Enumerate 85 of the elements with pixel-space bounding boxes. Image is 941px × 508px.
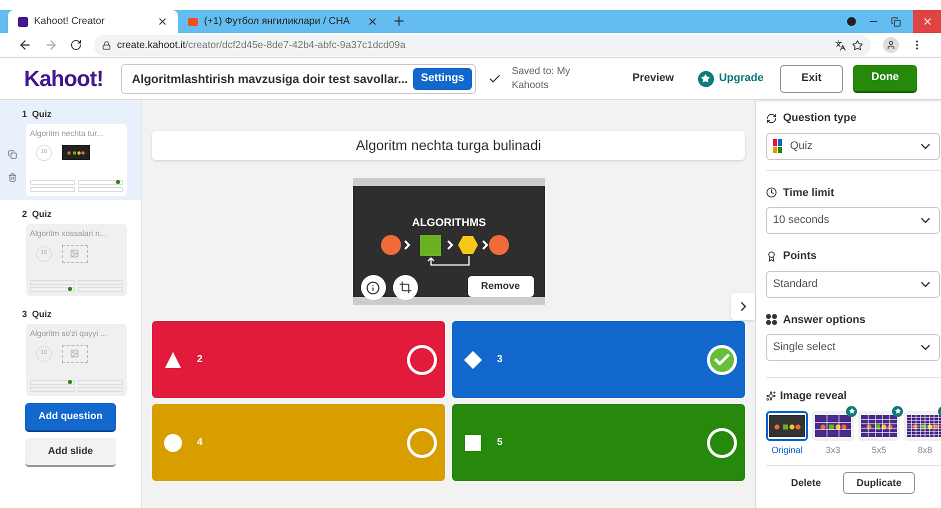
quiz-grid-icon: [773, 139, 782, 153]
correct-toggle[interactable]: [707, 428, 737, 458]
add-question-button[interactable]: Add question: [25, 403, 116, 432]
back-icon[interactable]: [18, 38, 32, 52]
section-label: Question type: [783, 111, 856, 126]
save-status: Saved to: My Kahoots: [512, 64, 572, 92]
url-text: create.kahoot.it/creator/dcf2d45e-8de7-42b4-abfc-9a37c1dcd09a: [117, 38, 407, 52]
dropdown[interactable]: 10 seconds: [766, 207, 940, 234]
lock-icon: [102, 40, 111, 50]
browser-tab[interactable]: (+1) Футбол янгиликлари / СНА: [178, 10, 388, 33]
reload-icon[interactable]: [70, 39, 82, 51]
close-icon[interactable]: [367, 16, 378, 27]
close-icon: [922, 16, 932, 27]
delete-button[interactable]: Delete: [791, 476, 822, 490]
close-icon[interactable]: [157, 16, 168, 27]
section-label: Points: [783, 249, 817, 264]
upgrade-button[interactable]: Upgrade: [692, 70, 770, 87]
reveal-thumbnail-drawing: [769, 414, 805, 436]
clock-icon: [766, 187, 777, 198]
dropdown[interactable]: Standard: [766, 270, 940, 298]
slide-label: 3 Quiz: [22, 308, 53, 321]
section-label: Image reveal: [780, 389, 847, 404]
crop-icon: [398, 281, 412, 294]
answer-text: 4: [197, 436, 204, 450]
answer-text: 2: [197, 353, 204, 367]
question-field[interactable]: Algoritm nechta turga bulinadi: [152, 131, 745, 160]
question-type-icon: [766, 112, 777, 124]
remove-button[interactable]: Remove: [468, 276, 534, 297]
option-label: Original: [771, 444, 802, 457]
title-field[interactable]: Algoritmlashtirish mavzusiga doir test savollar... Settings: [120, 64, 476, 94]
answer-text: 5: [497, 436, 504, 450]
section-label: Answer options: [783, 312, 866, 328]
done-button[interactable]: Done: [853, 64, 917, 92]
preview-button[interactable]: Preview: [624, 70, 682, 87]
close-window-button[interactable]: [913, 10, 941, 33]
reveal-thumbnail-drawing: [815, 414, 851, 436]
dropdown[interactable]: Quiz: [766, 132, 940, 160]
duplicate-icon[interactable]: [8, 150, 17, 158]
collapse-panel-button[interactable]: [731, 293, 755, 320]
tab-title: (+1) Футбол янгиликлари / СНА: [204, 15, 351, 29]
restore-icon[interactable]: [891, 16, 901, 26]
circle-icon: [164, 434, 182, 452]
section-label: Time limit: [783, 186, 834, 200]
square-icon: [464, 434, 482, 452]
slide-label: 2 Quiz: [22, 208, 53, 221]
address-bar[interactable]: create.kahoot.it/creator/dcf2d45e-8de7-42b4-abfc-9a37c1dcd09a: [94, 34, 871, 56]
triangle-icon: [164, 350, 182, 368]
site-favicon-icon: [188, 18, 198, 26]
translate-icon[interactable]: [835, 40, 846, 50]
avatar-icon[interactable]: [883, 37, 899, 53]
thumbnail-title: Algoritm nechta tur...: [30, 128, 104, 140]
award-icon: [766, 250, 777, 262]
option-label: 5x5: [872, 444, 886, 456]
delete-icon[interactable]: [8, 172, 17, 182]
option-label: 3x3: [826, 444, 840, 456]
dropdown[interactable]: Single select: [766, 334, 940, 361]
sparkle-icon: [766, 391, 776, 402]
thumbnail-title: Algoritm xossalari n...: [30, 228, 108, 240]
correct-toggle[interactable]: [407, 428, 437, 458]
tab-title: Kahoot! Creator: [34, 15, 106, 29]
reveal-thumbnail-drawing: [861, 414, 897, 436]
kahoot-logo: Kahoot!: [24, 65, 104, 93]
duplicate-button[interactable]: Duplicate: [843, 472, 916, 494]
dots-icon: [766, 314, 777, 326]
thumbnail-title: Algoritm so'zi qayyi ...: [30, 328, 108, 340]
option-label: 8x8: [918, 444, 932, 456]
correct-toggle[interactable]: [407, 344, 437, 374]
add-slide-button[interactable]: Add slide: [25, 438, 116, 467]
new-tab-icon[interactable]: [392, 14, 406, 28]
bookmark-star-icon[interactable]: [852, 40, 863, 50]
answer-text: 3: [497, 353, 504, 367]
kahoot-favicon-icon: [18, 16, 28, 26]
browser-tab[interactable]: Kahoot! Creator: [8, 10, 178, 33]
correct-toggle[interactable]: [707, 344, 737, 374]
exit-button[interactable]: Exit: [780, 64, 844, 92]
slide-label: 1 Quiz: [22, 108, 53, 121]
answer-tile[interactable]: 2: [152, 321, 445, 398]
settings-button[interactable]: Settings: [412, 68, 472, 90]
diamond-icon: [464, 350, 482, 368]
question-text: Algoritm nechta turga bulinadi: [356, 136, 542, 155]
answer-tile[interactable]: 5: [452, 404, 745, 481]
reveal-thumbnail-drawing: [907, 414, 941, 436]
info-icon: [366, 280, 380, 294]
answer-tile[interactable]: 3: [452, 321, 745, 398]
kahoot-title: Algoritmlashtirish mavzusiga doir test savollar...: [132, 70, 409, 88]
